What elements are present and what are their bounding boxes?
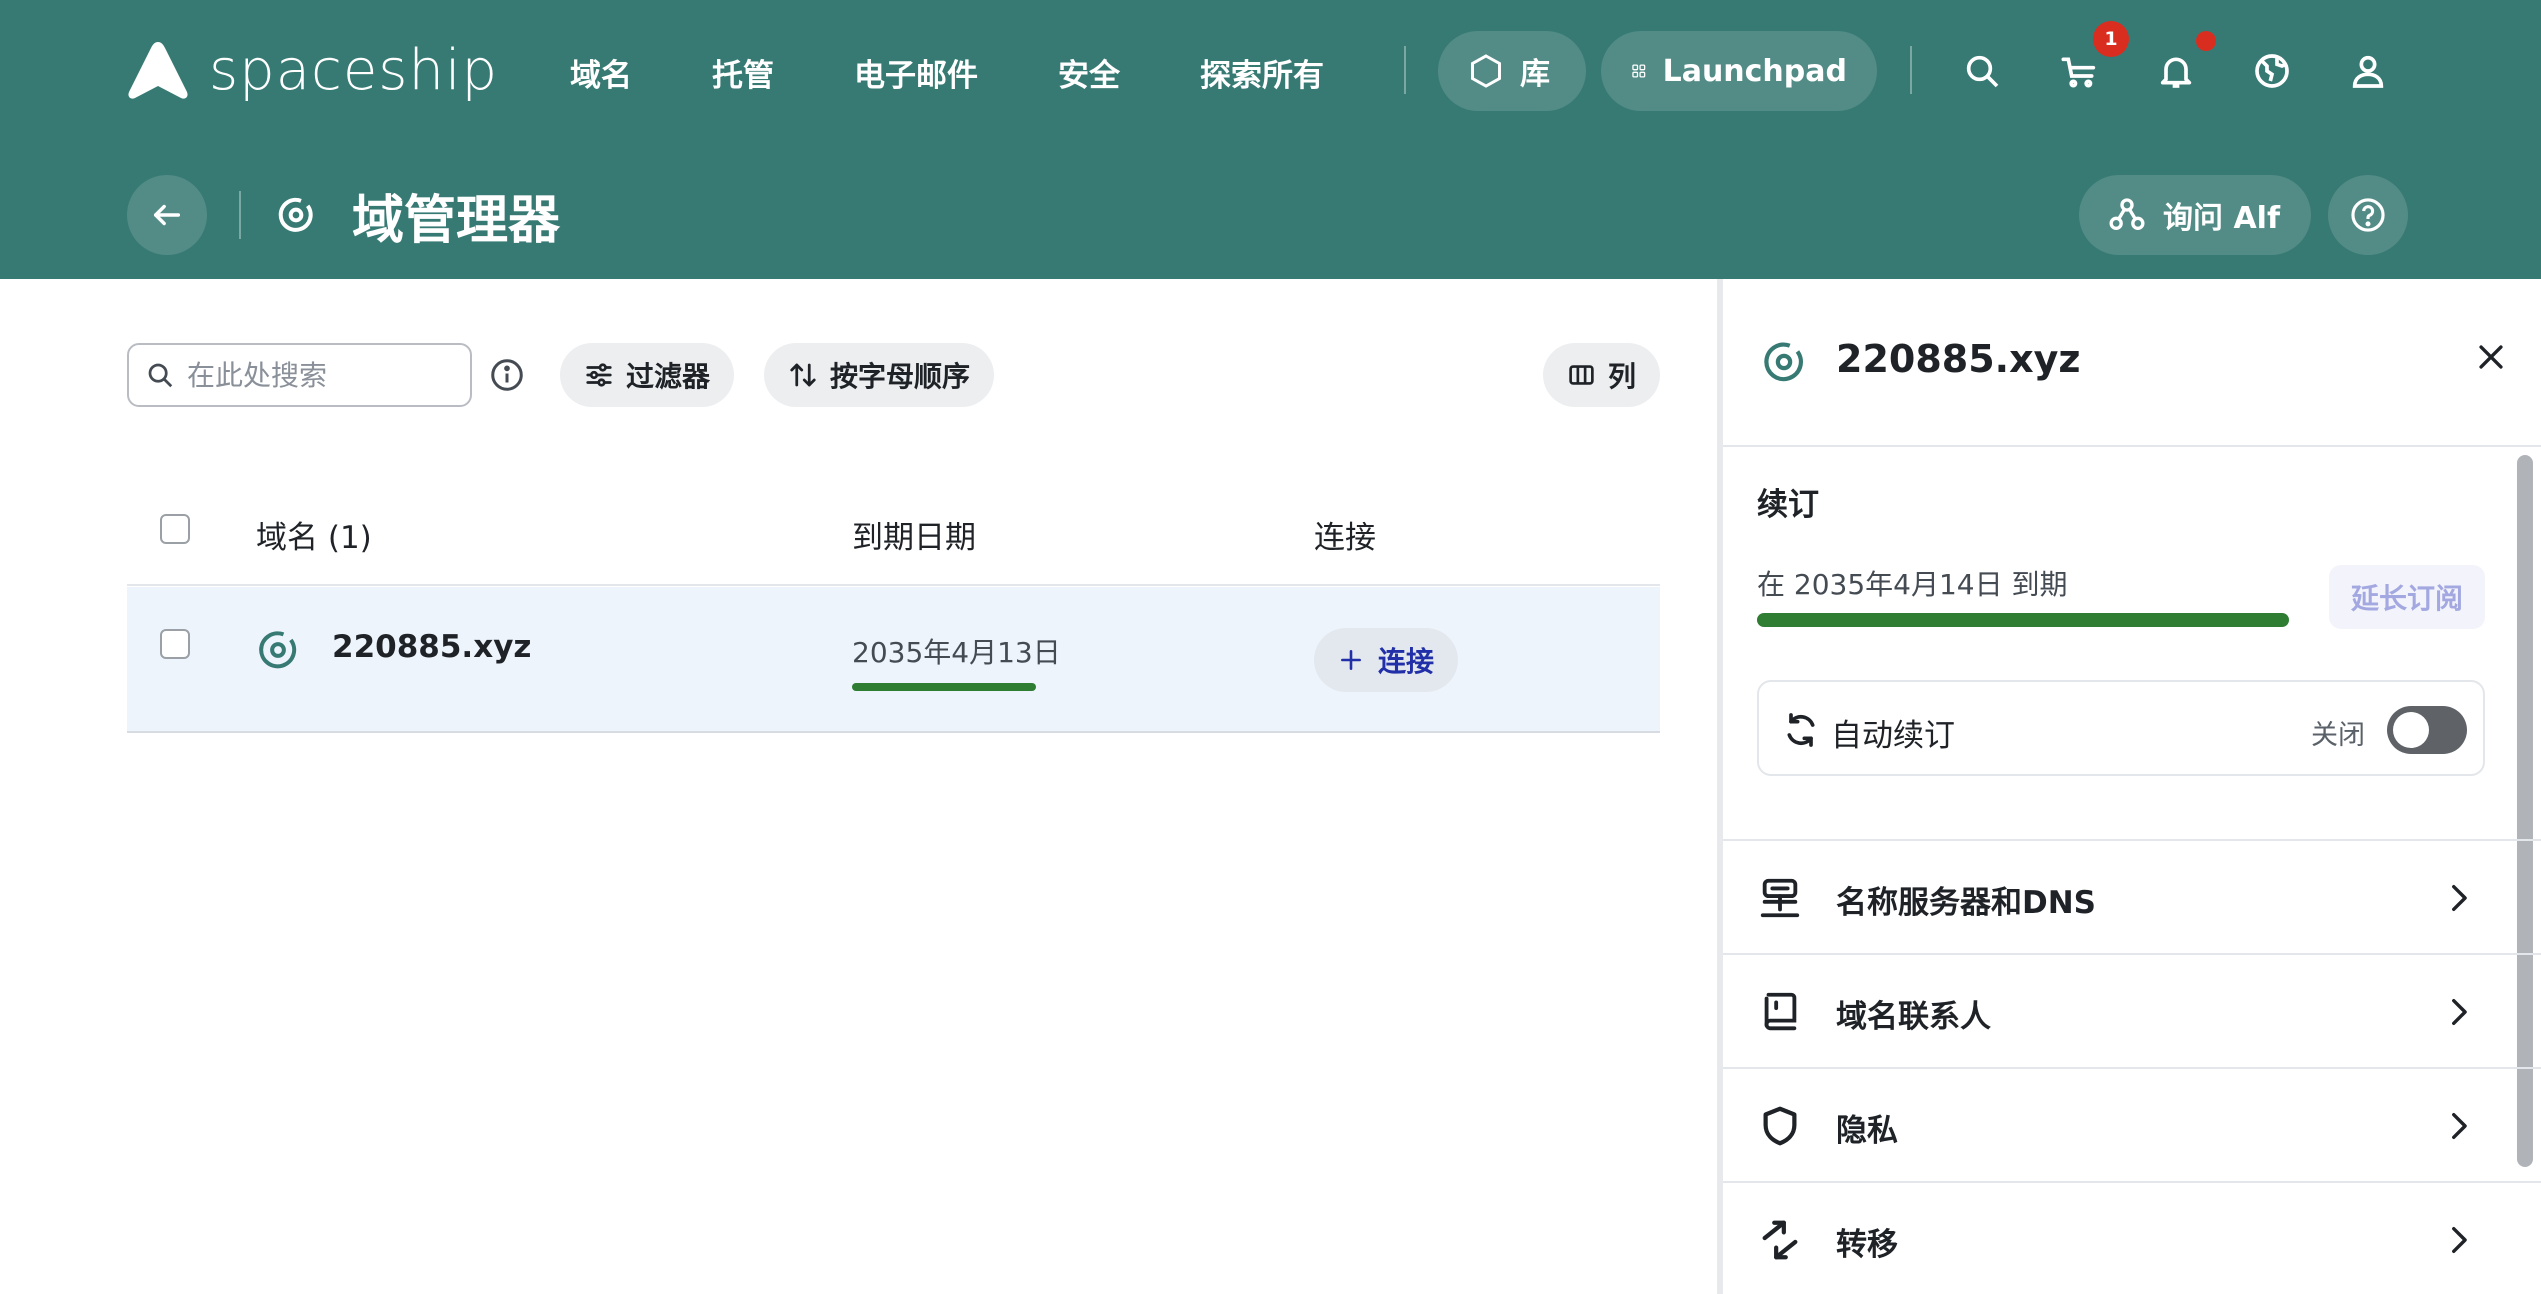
notifications-button[interactable] <box>2148 43 2204 99</box>
search-button[interactable] <box>1954 43 2010 99</box>
extend-subscription-button[interactable]: 延长订阅 <box>2329 565 2485 629</box>
user-icon <box>2352 55 2384 88</box>
transfer-arrows-icon <box>1762 1220 1798 1260</box>
row-expiry-date: 2035年4月13日 <box>852 636 1061 669</box>
actions-divider <box>1910 46 1912 94</box>
account-button[interactable] <box>2340 43 2396 99</box>
brand-logo[interactable]: spaceship <box>127 37 499 103</box>
menu-item-domain-contacts[interactable]: 域名联系人 <box>1723 953 2541 1067</box>
table-header: 域名 (1) 到期日期 连接 <box>127 490 1660 586</box>
auto-renew-state: 关闭 <box>2311 720 2365 751</box>
nav-item-explore[interactable]: 探索所有 <box>1200 50 1324 95</box>
library-button[interactable]: 库 <box>1438 31 1586 111</box>
column-header-domain[interactable]: 域名 (1) <box>256 512 372 557</box>
spaceship-logo-icon <box>128 42 188 99</box>
plus-icon <box>1341 650 1361 670</box>
connect-label: 连接 <box>1378 645 1435 678</box>
top-header: spaceship 域名 托管 电子邮件 安全 探索所有 库 Launchpad… <box>0 0 2541 279</box>
column-header-expiry[interactable]: 到期日期 <box>852 512 976 557</box>
connect-button[interactable]: 连接 <box>1314 628 1459 692</box>
search-box[interactable] <box>127 343 472 407</box>
columns-button[interactable]: 列 <box>1543 343 1660 407</box>
domain-target-icon <box>259 631 297 669</box>
launchpad-label: Launchpad <box>1662 53 1847 89</box>
launchpad-button[interactable]: Launchpad <box>1601 31 1877 111</box>
select-all-checkbox[interactable] <box>160 514 190 544</box>
language-button[interactable] <box>2244 43 2300 99</box>
menu-label: 名称服务器和DNS <box>1836 885 2097 921</box>
server-icon <box>1760 878 1800 918</box>
sort-button[interactable]: 按字母顺序 <box>764 343 995 407</box>
renewal-section-title: 续订 <box>1757 487 1819 523</box>
drawer-header: 220885.xyz <box>1723 279 2541 447</box>
auto-renew-label: 自动续订 <box>1831 718 1955 754</box>
sliders-icon <box>586 363 612 387</box>
table-row[interactable]: 220885.xyz 2035年4月13日 连接 <box>127 587 1660 733</box>
row-domain-name[interactable]: 220885.xyz <box>332 629 531 665</box>
auto-renew-card: 自动续订 关闭 <box>1757 680 2485 776</box>
cart-icon <box>2061 57 2096 88</box>
row-checkbox[interactable] <box>160 629 190 659</box>
search-icon <box>148 363 173 388</box>
help-button[interactable] <box>2328 175 2408 255</box>
ask-alf-label: 询问 Alf <box>2163 201 2280 236</box>
expiry-text: 在 2035年4月14日 到期 <box>1757 568 2068 601</box>
shield-icon <box>1763 1106 1797 1146</box>
page-title: 域管理器 <box>352 191 561 251</box>
refresh-icon <box>1787 713 1815 747</box>
domain-target-icon <box>278 197 313 232</box>
toggle-knob <box>2393 712 2429 748</box>
domain-target-icon <box>1764 342 1803 382</box>
filter-label: 过滤器 <box>626 360 711 393</box>
sort-label: 按字母顺序 <box>830 360 971 393</box>
search-input[interactable] <box>187 358 447 392</box>
contact-book-icon <box>1764 992 1797 1031</box>
chevron-right-icon <box>2452 1226 2467 1254</box>
alf-icon <box>2109 198 2145 230</box>
ask-alf-button[interactable]: 询问 Alf <box>2079 175 2311 255</box>
library-label: 库 <box>1520 57 1550 92</box>
sort-arrows-icon <box>790 363 816 387</box>
search-icon <box>1966 55 1999 88</box>
renewal-progress-bar <box>1757 613 2289 627</box>
help-icon <box>2351 198 2385 232</box>
filter-button[interactable]: 过滤器 <box>560 343 735 407</box>
arrow-left-icon <box>153 204 181 226</box>
cart-count-badge: 1 <box>2093 21 2129 57</box>
close-icon <box>2479 345 2503 369</box>
chevron-right-icon <box>2452 1112 2467 1140</box>
menu-item-nameservers-dns[interactable]: 名称服务器和DNS <box>1723 839 2541 953</box>
drawer-domain-title: 220885.xyz <box>1836 337 2081 381</box>
nav-divider <box>1404 46 1406 94</box>
column-header-connect: 连接 <box>1314 520 1376 556</box>
title-divider <box>239 191 241 239</box>
menu-label: 转移 <box>1836 1227 1898 1263</box>
close-drawer-button[interactable] <box>2463 329 2519 385</box>
notification-dot <box>2196 31 2216 51</box>
domain-detail-drawer: 220885.xyz 续订 在 2035年4月14日 到期 延长订阅 自动续订 … <box>1717 279 2541 1294</box>
main-nav: 域名 托管 电子邮件 安全 探索所有 <box>570 44 1324 100</box>
menu-item-privacy[interactable]: 隐私 <box>1723 1067 2541 1181</box>
globe-icon <box>2255 54 2289 88</box>
nav-item-security[interactable]: 安全 <box>1058 50 1120 95</box>
chevron-right-icon <box>2452 998 2467 1026</box>
info-icon[interactable] <box>489 357 525 393</box>
back-button[interactable] <box>127 175 207 255</box>
menu-label: 域名联系人 <box>1836 999 1991 1035</box>
nav-item-hosting[interactable]: 托管 <box>712 50 774 95</box>
nav-item-domains[interactable]: 域名 <box>570 50 632 95</box>
bell-icon <box>2160 57 2192 88</box>
brand-name: spaceship <box>209 37 499 103</box>
nav-item-email[interactable]: 电子邮件 <box>854 50 978 95</box>
expiry-progress-bar <box>852 683 1036 691</box>
grid-icon <box>1632 64 1646 78</box>
columns-label: 列 <box>1607 360 1636 393</box>
menu-label: 隐私 <box>1836 1113 1898 1149</box>
menu-item-transfer[interactable]: 转移 <box>1723 1181 2541 1294</box>
auto-renew-toggle[interactable] <box>2387 706 2467 754</box>
columns-icon <box>1569 365 1594 385</box>
hexagon-icon <box>1471 54 1501 88</box>
chevron-right-icon <box>2452 884 2467 912</box>
